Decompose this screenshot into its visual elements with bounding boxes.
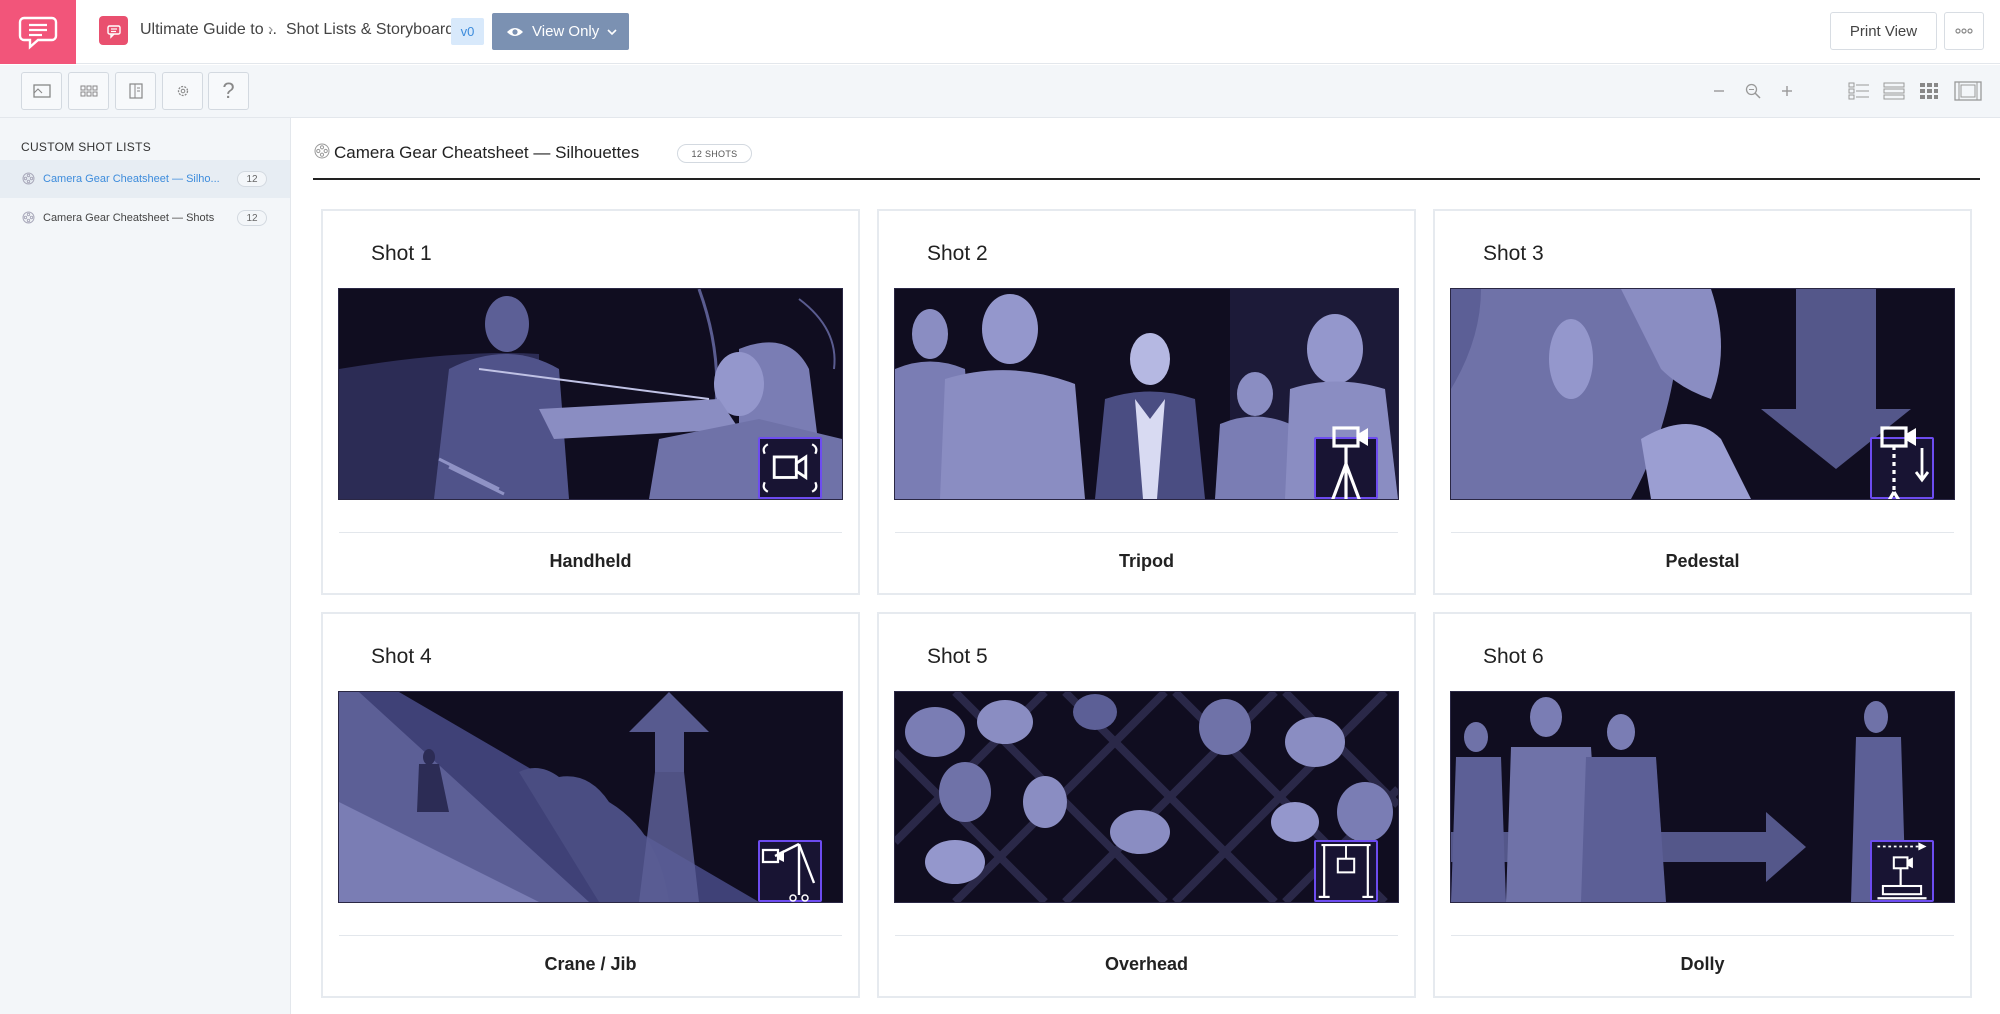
sidebar-item-label: Camera Gear Cheatsheet — Shots <box>43 212 215 224</box>
gear-label: Overhead <box>1104 954 1189 974</box>
gear-label: Handheld <box>549 551 632 571</box>
list-view-icon[interactable] <box>1848 80 1870 102</box>
shot-frame-image[interactable] <box>1450 288 1955 500</box>
filmstrip-view-icon[interactable] <box>1954 80 1982 102</box>
card-divider <box>1451 935 1954 936</box>
shot-card[interactable]: Shot 3 Pedestal <box>1433 209 1972 595</box>
chat-bubble-logo-icon <box>18 16 58 50</box>
shot-title: Shot 4 <box>371 645 432 668</box>
ellipsis-icon <box>1955 28 1973 34</box>
reel-icon <box>22 172 35 185</box>
view-mode-dropdown[interactable]: View Only <box>492 13 629 50</box>
sidebar-item-count: 12 <box>237 171 267 187</box>
sidebar-item-label: Camera Gear Cheatsheet — Silho... <box>43 173 220 185</box>
gear-label: Tripod <box>1119 551 1174 571</box>
card-divider <box>895 935 1398 936</box>
pedestal-icon <box>1870 426 1934 499</box>
shot-frame-image[interactable] <box>338 288 843 500</box>
crane-jib-icon <box>758 840 822 902</box>
overhead-rig-icon <box>1314 840 1378 902</box>
sidebar-item-count: 12 <box>237 210 267 226</box>
grid-icon <box>80 85 97 97</box>
shot-frame-image[interactable] <box>338 691 843 903</box>
shot-card[interactable]: Shot 4 Crane / Jib <box>321 612 860 998</box>
shot-card[interactable]: Shot 1 Handheld <box>321 209 860 595</box>
shot-title: Shot 5 <box>927 645 988 668</box>
shot-title: Shot 2 <box>927 242 988 265</box>
card-divider <box>339 935 842 936</box>
project-icon[interactable] <box>99 16 128 45</box>
breadcrumb-section[interactable]: Shot Lists & Storyboards <box>286 21 462 39</box>
shot-card[interactable]: Shot 5 Overhead <box>877 612 1416 998</box>
shots-count-badge: 12 SHOTS <box>677 144 752 163</box>
grid-view-icon[interactable] <box>1918 80 1940 102</box>
gear-icon <box>177 85 188 97</box>
breadcrumb-separator-icon: › <box>268 21 274 38</box>
shot-frame-image[interactable] <box>894 288 1399 500</box>
shot-frame-image[interactable] <box>1450 691 1955 903</box>
rows-view-icon[interactable] <box>1883 80 1905 102</box>
sidebar-heading: CUSTOM SHOT LISTS <box>21 140 152 154</box>
shot-card[interactable]: Shot 2 Tripod <box>877 209 1416 595</box>
version-badge[interactable]: v0 <box>451 18 484 45</box>
handheld-camera-icon <box>758 437 822 499</box>
frame-icon <box>32 84 51 98</box>
zoom-reset-icon[interactable] <box>1742 80 1764 102</box>
zoom-in-icon[interactable] <box>1776 80 1798 102</box>
more-options-button[interactable] <box>1944 12 1984 50</box>
shot-title: Shot 1 <box>371 242 432 265</box>
gear-label: Crane / Jib <box>544 954 637 974</box>
question-mark-icon: ? <box>222 78 235 103</box>
view-mode-label: View Only <box>532 23 600 40</box>
reel-icon <box>22 211 35 224</box>
card-divider <box>1451 532 1954 533</box>
gear-label: Dolly <box>1680 954 1725 974</box>
reel-icon <box>314 143 330 159</box>
shot-title: Shot 3 <box>1483 242 1544 265</box>
card-divider <box>895 532 1398 533</box>
app-logo[interactable] <box>0 0 76 64</box>
shot-title: Shot 6 <box>1483 645 1544 668</box>
sidebar: CUSTOM SHOT LISTS Camera Gear Cheatsheet… <box>0 118 291 1014</box>
dolly-icon <box>1870 840 1934 902</box>
print-view-button[interactable]: Print View <box>1830 12 1937 50</box>
help-button[interactable]: ? <box>208 72 249 110</box>
grid-layout-button[interactable] <box>68 72 109 110</box>
chevron-down-icon <box>607 28 617 35</box>
split-panel-icon <box>128 83 143 99</box>
tripod-icon <box>1314 426 1378 499</box>
frame-view-button[interactable] <box>21 72 62 110</box>
panel-layout-button[interactable] <box>115 72 156 110</box>
card-divider <box>339 532 842 533</box>
top-bar: Ultimate Guide to .. › Shot Lists & Stor… <box>0 0 2000 64</box>
sidebar-item-silhouettes[interactable]: Camera Gear Cheatsheet — Silho... 12 <box>0 160 290 198</box>
toolbar: ? <box>0 65 2000 118</box>
shot-card[interactable]: Shot 6 Dolly <box>1433 612 1972 998</box>
sidebar-item-shots[interactable]: Camera Gear Cheatsheet — Shots 12 <box>0 199 290 237</box>
page-title: Camera Gear Cheatsheet — Silhouettes <box>334 143 640 162</box>
breadcrumb-project[interactable]: Ultimate Guide to .. <box>140 21 277 39</box>
eye-icon <box>507 27 523 36</box>
settings-button[interactable] <box>162 72 203 110</box>
title-divider <box>313 178 1980 180</box>
chat-icon <box>106 24 121 39</box>
shot-frame-image[interactable] <box>894 691 1399 903</box>
gear-label: Pedestal <box>1665 551 1740 571</box>
zoom-out-icon[interactable] <box>1708 80 1730 102</box>
